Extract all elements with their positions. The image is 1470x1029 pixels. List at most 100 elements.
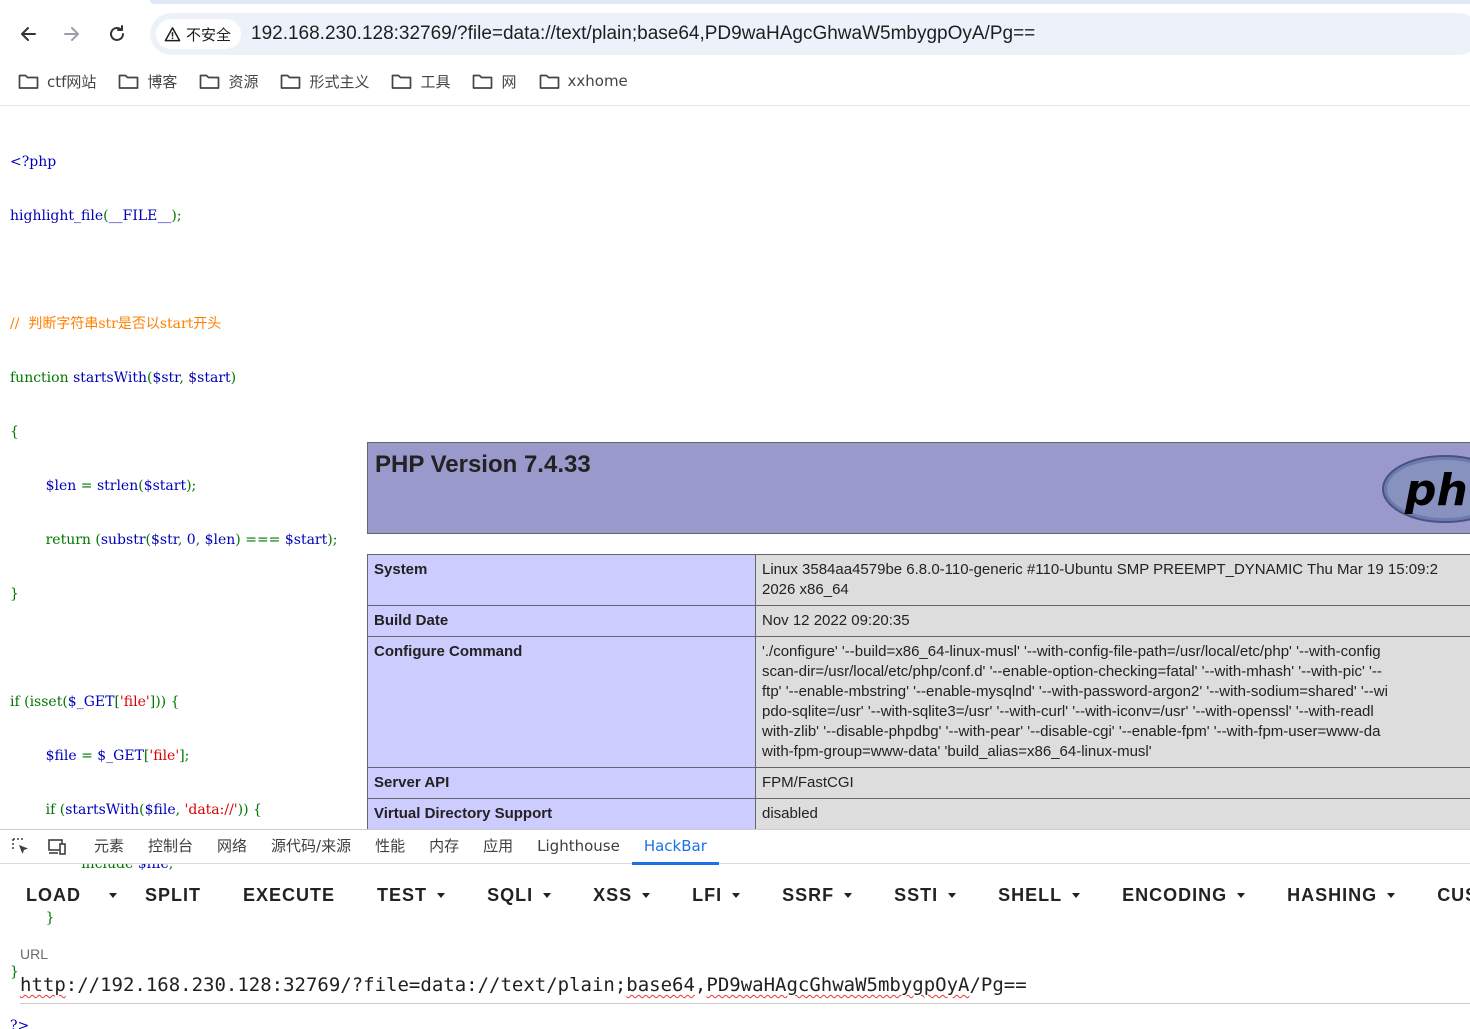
- code-line: return (substr($str, 0, $len) === $start…: [10, 531, 338, 549]
- code-token: );: [327, 532, 338, 548]
- bookmark-folder[interactable]: xxhome: [539, 72, 628, 90]
- site-security-chip[interactable]: 不安全: [156, 19, 242, 49]
- code-token: if: [10, 802, 60, 818]
- tab-memory[interactable]: 内存: [417, 829, 471, 864]
- inspect-element-button[interactable]: [10, 836, 32, 858]
- security-label: 不安全: [186, 25, 232, 44]
- code-token: );: [186, 478, 197, 494]
- shell-menu-button[interactable]: SHELL: [998, 884, 1081, 906]
- bookmark-folder[interactable]: 博客: [118, 71, 177, 92]
- hashing-menu-button[interactable]: HASHING: [1287, 884, 1396, 906]
- bookmark-label: 工具: [420, 72, 451, 91]
- code-token: ,: [179, 370, 189, 386]
- url-part: http: [20, 974, 66, 996]
- bookmark-label: xxhome: [567, 72, 628, 90]
- code-token: $str: [152, 370, 180, 386]
- device-toolbar-button[interactable]: [46, 836, 68, 858]
- bookmark-label: 网: [501, 72, 517, 91]
- lfi-menu-button[interactable]: LFI: [692, 885, 741, 906]
- value-line: FPM/FastCGI: [762, 774, 854, 791]
- test-menu-button[interactable]: TEST: [377, 885, 446, 906]
- code-token: $file: [144, 802, 176, 818]
- bookmark-folder[interactable]: 形式主义: [280, 71, 369, 92]
- arrow-right-icon: [64, 27, 79, 41]
- row-value: disabled: [755, 798, 1470, 830]
- value-line: Linux 3584aa4579be 6.8.0-110-generic #11…: [762, 561, 1438, 578]
- value-line: with-fpm-group=www-data' 'build_alias=x8…: [762, 743, 1152, 760]
- code-token: if: [10, 694, 25, 710]
- code-line: {: [10, 423, 337, 441]
- bookmarks-bar: ctf网站 博客 资源 形式主义 工具 网 xxhome: [0, 64, 1470, 98]
- folder-icon: [392, 74, 412, 89]
- code-token: $start: [143, 478, 187, 494]
- button-label: SHELL: [998, 884, 1063, 905]
- code-token: substr: [100, 532, 146, 548]
- row-key: System: [367, 554, 756, 606]
- xss-menu-button[interactable]: XSS: [593, 885, 651, 906]
- inspect-cursor-icon: [12, 837, 28, 854]
- code-token: ])) {: [149, 694, 180, 710]
- value-line: disabled: [762, 805, 818, 822]
- code-comment: // 判断字符串str是否以start开头: [10, 316, 222, 332]
- button-label: HASHING: [1287, 884, 1378, 905]
- arrow-left-icon: [21, 27, 36, 41]
- tab-elements[interactable]: 元素: [82, 829, 136, 864]
- code-token: return: [10, 532, 96, 548]
- code-token: highlight_file: [10, 208, 104, 224]
- address-text[interactable]: 192.168.230.128:32769/?file=data://text/…: [251, 23, 1035, 45]
- tab-performance[interactable]: 性能: [363, 829, 417, 864]
- execute-button[interactable]: EXECUTE: [243, 885, 335, 906]
- bookmark-folder[interactable]: 工具: [391, 71, 450, 92]
- code-line: highlight_file(__FILE__);: [10, 207, 337, 225]
- sqli-menu-button[interactable]: SQLI: [487, 885, 552, 906]
- tab-console[interactable]: 控制台: [136, 829, 205, 864]
- load-button[interactable]: LOAD: [26, 885, 81, 906]
- row-key: Virtual Directory Support: [367, 798, 756, 830]
- code-line: }: [10, 585, 337, 603]
- bookmark-label: ctf网站: [47, 72, 97, 91]
- folder-icon: [539, 74, 559, 89]
- code-token: function: [10, 370, 74, 386]
- caret-down-icon: [1387, 892, 1396, 898]
- code-token: }: [10, 586, 19, 602]
- back-button[interactable]: [14, 20, 42, 48]
- code-token: startsWith: [73, 370, 147, 386]
- custom-menu-button[interactable]: CUSTOM: [1437, 885, 1470, 906]
- load-dropdown-button[interactable]: [105, 892, 117, 898]
- code-token: ): [230, 370, 237, 386]
- bookmark-folder[interactable]: 资源: [199, 71, 258, 92]
- row-value: './configure' '--build=x86_64-linux-musl…: [755, 636, 1470, 768]
- code-token: )) {: [237, 802, 262, 818]
- row-key: Configure Command: [367, 636, 756, 768]
- button-label: EXECUTE: [243, 884, 336, 905]
- address-bar[interactable]: 不安全 192.168.230.128:32769/?file=data://t…: [150, 13, 1470, 55]
- url-part: /Pg==: [969, 974, 1027, 996]
- bookmark-folder[interactable]: ctf网站: [18, 71, 96, 92]
- reload-button[interactable]: [103, 20, 131, 48]
- ssti-menu-button[interactable]: SSTI: [894, 885, 957, 906]
- caret-down-icon: [948, 892, 957, 898]
- code-line: <?php: [10, 153, 337, 171]
- bookmark-label: 博客: [147, 72, 178, 91]
- tab-network[interactable]: 网络: [205, 829, 259, 864]
- tab-hackbar[interactable]: HackBar: [631, 829, 719, 865]
- tab-sources[interactable]: 源代码/来源: [259, 829, 363, 864]
- hackbar-url-input[interactable]: http://192.168.230.128:32769/?file=data:…: [20, 970, 1470, 1004]
- encoding-menu-button[interactable]: ENCODING: [1122, 885, 1246, 906]
- code-token: =: [81, 748, 98, 764]
- code-token: $start: [284, 532, 328, 548]
- php-version-title: PHP Version 7.4.33: [375, 451, 591, 478]
- forward-button[interactable]: [58, 20, 86, 48]
- split-button[interactable]: SPLIT: [145, 885, 201, 906]
- tab-lighthouse[interactable]: Lighthouse: [525, 829, 632, 864]
- caret-down-icon: [732, 892, 741, 898]
- table-row: Build Date Nov 12 2022 09:20:35: [367, 605, 1470, 637]
- browser-toolbar: 不安全 192.168.230.128:32769/?file=data://t…: [0, 0, 1470, 106]
- tab-application[interactable]: 应用: [471, 829, 525, 864]
- code-line: function startsWith($str, $start): [10, 369, 337, 387]
- ssrf-menu-button[interactable]: SSRF: [782, 885, 853, 906]
- bookmark-folder[interactable]: 网: [472, 71, 517, 92]
- reload-icon: [110, 25, 124, 41]
